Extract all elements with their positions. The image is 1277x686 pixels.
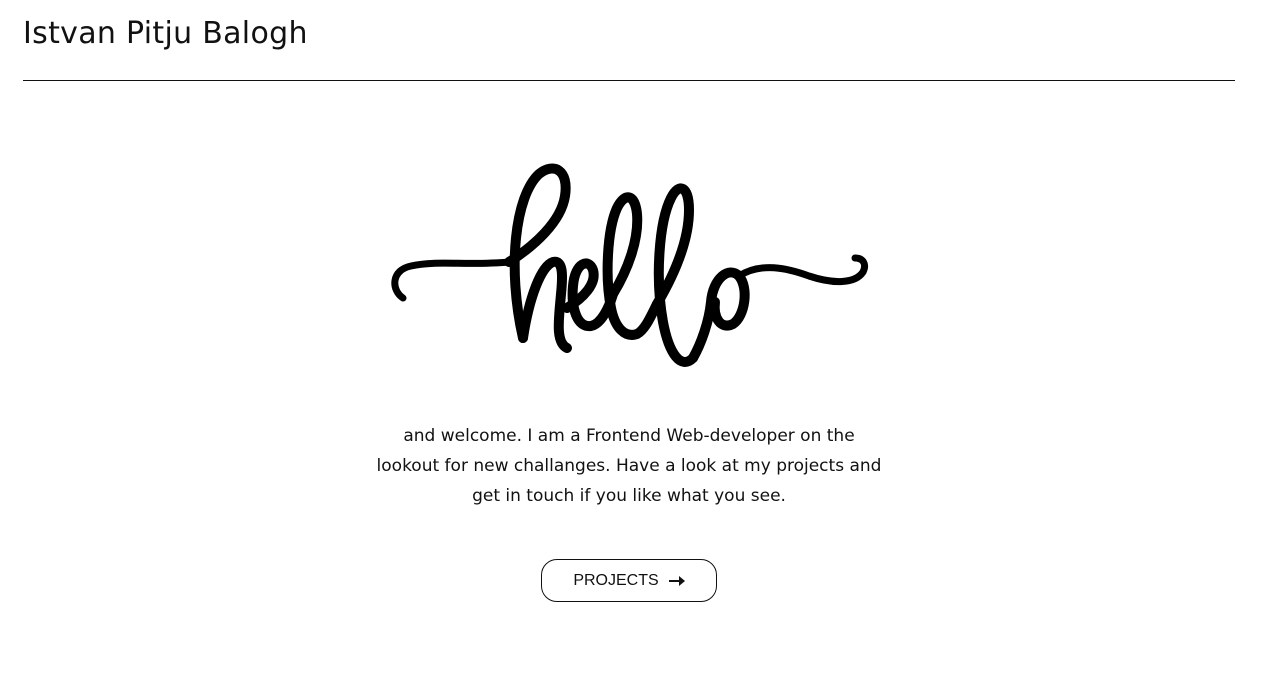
right-swash xyxy=(735,254,869,285)
h-arch xyxy=(518,256,572,353)
o-letter xyxy=(688,267,750,363)
projects-button-label: PROJECTS xyxy=(573,571,659,589)
hello-script-logo xyxy=(389,158,871,372)
l1-letter xyxy=(602,192,662,340)
l2-letter xyxy=(652,183,698,367)
projects-button[interactable]: PROJECTS xyxy=(541,559,717,602)
arrow-right-icon xyxy=(668,575,685,586)
site-header: Istvan Pitju Balogh xyxy=(23,0,1235,81)
site-title: Istvan Pitju Balogh xyxy=(23,16,308,51)
left-swash xyxy=(391,258,513,302)
intro-text: and welcome. I am a Frontend Web-develop… xyxy=(376,426,882,506)
